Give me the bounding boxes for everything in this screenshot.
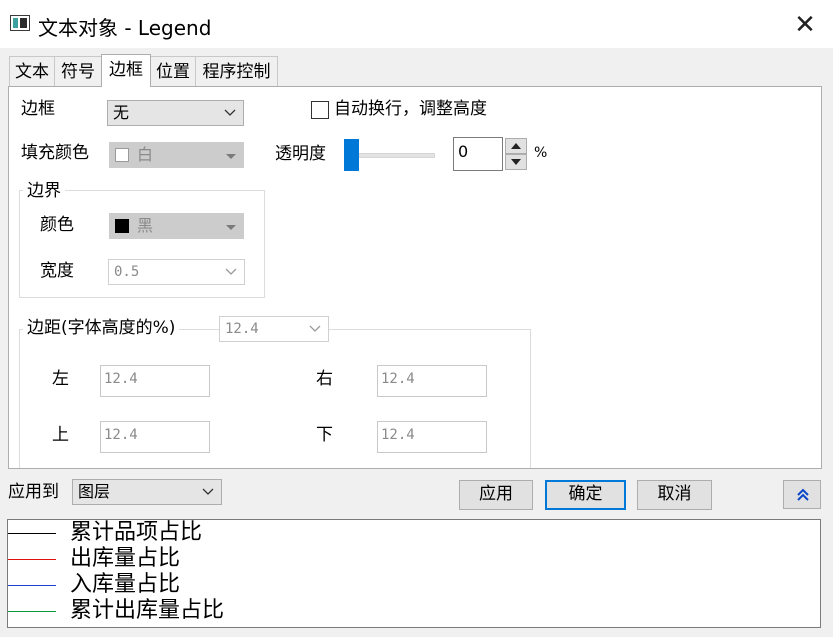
margin-left-field[interactable]: 12.4 [100, 365, 210, 397]
bounds-color-value: 黑 [137, 216, 154, 235]
fill-color-label: 填充颜色 [21, 143, 89, 163]
margin-left-value: 12.4 [104, 371, 138, 387]
margin-top-field[interactable]: 12.4 [100, 421, 210, 453]
border-dropdown[interactable]: 无 [107, 100, 244, 126]
legend-line-swatch [8, 559, 56, 560]
auto-wrap-checkbox[interactable] [311, 101, 329, 119]
transparency-input[interactable]: 0 [453, 137, 503, 171]
bounds-width-label: 宽度 [40, 261, 74, 281]
transparency-label: 透明度 [275, 144, 326, 164]
margins-combo[interactable]: 12.4 [219, 316, 329, 342]
margins-group-title: 边距(字体高度的%) [23, 317, 180, 339]
collapse-preview-button[interactable] [783, 480, 821, 509]
chevron-down-icon [309, 325, 321, 332]
margin-bottom-label: 下 [316, 425, 333, 445]
chevron-down-icon [224, 109, 236, 116]
margins-combo-value: 12.4 [225, 321, 259, 337]
legend-line-swatch [8, 585, 56, 586]
tab-programming[interactable]: 程序控制 [195, 56, 278, 87]
app-window-icon [10, 15, 30, 31]
cancel-button[interactable]: 取消 [637, 480, 712, 510]
margin-top-label: 上 [52, 425, 69, 445]
margin-right-label: 右 [316, 369, 333, 389]
dropdown-arrow-icon [226, 225, 236, 230]
bounds-width-combo[interactable]: 0.5 [108, 259, 245, 285]
tab-text[interactable]: 文本 [9, 56, 55, 87]
arrow-down-icon [511, 159, 521, 165]
bounds-color-swatch [115, 219, 129, 233]
legend-item-label: 累计出库量占比 [70, 598, 225, 623]
bounds-width-value: 0.5 [114, 264, 140, 280]
transparency-slider-thumb[interactable] [344, 139, 359, 171]
margin-right-field[interactable]: 12.4 [377, 365, 487, 397]
apply-to-dropdown[interactable]: 图层 [72, 479, 222, 505]
margin-left-label: 左 [52, 369, 69, 389]
legend-item-label: 累计品项占比 [70, 520, 203, 545]
spin-up-button[interactable] [505, 138, 527, 154]
fill-color-value: 白 [137, 145, 154, 164]
fill-color-swatch [115, 148, 129, 162]
double-chevron-up-icon [797, 488, 809, 501]
percent-unit: % [534, 145, 548, 161]
margin-right-value: 12.4 [381, 371, 415, 387]
apply-button[interactable]: 应用 [459, 480, 533, 510]
bounds-group-title: 边界 [23, 180, 65, 202]
tab-position[interactable]: 位置 [150, 56, 196, 87]
auto-wrap-label: 自动换行，调整高度 [334, 99, 487, 119]
legend-item-label: 出库量占比 [70, 546, 181, 571]
chevron-down-icon [202, 488, 214, 495]
margin-bottom-value: 12.4 [381, 427, 415, 443]
apply-to-label: 应用到 [8, 482, 59, 502]
ok-button[interactable]: 确定 [545, 480, 626, 510]
close-icon[interactable]: ✕ [790, 10, 820, 40]
border-value: 无 [113, 103, 130, 122]
window-title: 文本对象 - Legend [38, 16, 212, 40]
chevron-down-icon [225, 268, 237, 275]
tab-border[interactable]: 边框 [101, 54, 151, 87]
fill-color-dropdown[interactable]: 白 [109, 142, 244, 168]
legend-preview: 累计品项占比 出库量占比 入库量占比 累计出库量占比 [7, 519, 821, 628]
legend-line-swatch [8, 533, 56, 534]
arrow-up-icon [511, 143, 521, 149]
bounds-color-dropdown[interactable]: 黑 [109, 213, 244, 239]
border-tab-panel: 边框 无 自动换行，调整高度 填充颜色 白 透明度 0 % 边界 颜色 黑 宽度… [8, 86, 822, 469]
margin-bottom-field[interactable]: 12.4 [377, 421, 487, 453]
transparency-value: 0 [458, 142, 469, 161]
border-label: 边框 [21, 99, 55, 119]
apply-to-value: 图层 [78, 482, 111, 501]
legend-line-swatch [8, 611, 56, 612]
legend-item-label: 入库量占比 [70, 572, 181, 597]
tab-symbol[interactable]: 符号 [54, 56, 102, 87]
dropdown-arrow-icon [226, 154, 236, 159]
spin-down-button[interactable] [505, 154, 527, 170]
margin-top-value: 12.4 [104, 427, 138, 443]
bounds-color-label: 颜色 [40, 215, 74, 235]
